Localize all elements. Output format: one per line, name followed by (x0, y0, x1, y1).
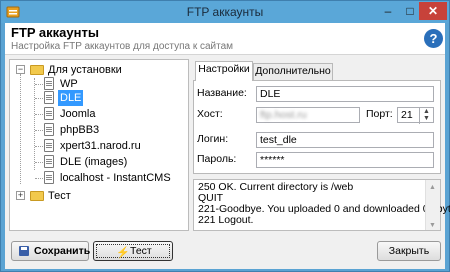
spin-arrows-icon[interactable]: ▲ ▼ (419, 108, 433, 124)
log-scrollbar[interactable]: ▲ ▼ (425, 180, 440, 230)
floppy-disk-icon (19, 246, 29, 256)
client-area: FTP аккаунты Настройка FTP аккаунтов для… (5, 23, 450, 269)
collapse-icon[interactable]: − (16, 65, 25, 74)
log-line: 250 OK. Current directory is /web (198, 181, 354, 193)
tree-guide-line (35, 178, 43, 179)
page-title: FTP аккаунты (11, 25, 99, 40)
host-label: Хост: (197, 108, 223, 120)
ftp-accounts-window: FTP аккаунты – □ ✕ FTP аккаунты Настройк… (0, 0, 450, 272)
tree-item-phpbb3[interactable]: phpBB3 (10, 122, 186, 138)
test-button-label: Тест (130, 245, 152, 257)
expand-icon[interactable]: + (16, 191, 25, 200)
folder-icon (30, 191, 44, 201)
port-stepper[interactable]: 21 ▲ ▼ (397, 107, 434, 124)
tree-item-xpert31[interactable]: xpert31.narod.ru (10, 138, 186, 154)
settings-tabs: Настройки Дополнительно Название: DLE Хо… (193, 59, 441, 174)
tree-item-label: DLE (images) (60, 156, 128, 168)
page-subtitle: Настройка FTP аккаунтов для доступа к са… (11, 41, 234, 52)
site-icon (44, 139, 54, 152)
connection-log[interactable]: 250 OK. Current directory is /web QUIT 2… (193, 179, 450, 231)
site-icon (44, 123, 54, 136)
tree-guide-line (35, 162, 43, 163)
host-value: ftp.host.ru (260, 109, 307, 121)
scroll-down-icon[interactable]: ▼ (429, 220, 436, 231)
tree-item-label: Joomla (60, 108, 96, 120)
save-button-label: Сохранить (34, 245, 91, 257)
dialog-header: FTP аккаунты Настройка FTP аккаунтов для… (5, 23, 445, 55)
tree-guide-line (35, 146, 43, 147)
close-window-button[interactable]: ✕ (419, 2, 447, 20)
login-label: Логин: (197, 133, 229, 145)
scroll-up-icon[interactable]: ▲ (429, 182, 436, 193)
title-bar[interactable]: FTP аккаунты – □ ✕ (1, 1, 449, 23)
test-button[interactable]: ⚡ Тест (93, 241, 173, 261)
tab-advanced[interactable]: Дополнительно (253, 63, 333, 80)
button-bar: Сохранить ⚡ Тест Закрыть (5, 235, 445, 269)
password-label: Пароль: (197, 153, 237, 165)
site-icon (44, 77, 54, 90)
help-icon[interactable]: ? (424, 29, 443, 48)
tree-item-localhost[interactable]: localhost - InstantCMS (10, 170, 186, 186)
tree-item-label: localhost - InstantCMS (60, 172, 171, 184)
name-field[interactable]: DLE (256, 86, 434, 102)
tree-guide-line (35, 114, 43, 115)
log-line: 221 Logout. (198, 214, 254, 226)
settings-panel: Название: DLE Хост: ftp.host.ru Порт: 21… (193, 80, 441, 174)
name-label: Название: (197, 87, 247, 99)
tree-item-dle-images[interactable]: DLE (images) (10, 154, 186, 170)
login-field[interactable]: test_dle (256, 132, 434, 148)
site-icon (44, 107, 54, 120)
accounts-tree[interactable]: − Для установки WP DLE Joomla phpBB3 xpe… (9, 59, 189, 231)
tree-folder-test[interactable]: + Тест (10, 188, 186, 204)
host-field[interactable]: ftp.host.ru (256, 107, 360, 123)
tree-item-label: DLE (58, 90, 84, 106)
port-value: 21 (401, 109, 413, 121)
plug-icon: ⚡ (116, 247, 130, 259)
port-label: Порт: (366, 108, 393, 120)
site-icon (44, 171, 54, 184)
site-icon (44, 155, 54, 168)
tree-item-label: phpBB3 (60, 124, 100, 136)
close-button[interactable]: Закрыть (377, 241, 441, 261)
tree-item-dle[interactable]: DLE (10, 90, 186, 106)
site-icon (44, 91, 54, 104)
tab-settings[interactable]: Настройки (195, 61, 253, 81)
tree-guide-line (35, 98, 43, 99)
tree-item-joomla[interactable]: Joomla (10, 106, 186, 122)
password-field[interactable]: ****** (256, 152, 434, 168)
folder-icon (30, 65, 44, 75)
tree-guide-line (35, 130, 43, 131)
tree-item-label: xpert31.narod.ru (60, 140, 141, 152)
save-button[interactable]: Сохранить (11, 241, 91, 261)
tree-folder-label: Тест (48, 190, 71, 202)
tree-guide-line (35, 84, 43, 85)
